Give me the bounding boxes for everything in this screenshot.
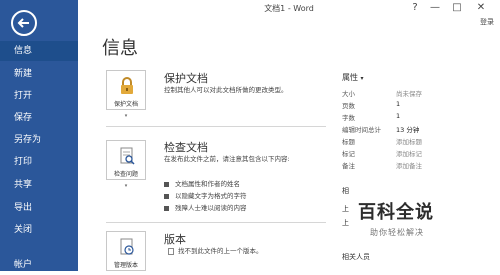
chevron-down-icon: ▾ xyxy=(124,113,128,119)
nav-open[interactable]: 打开 xyxy=(0,86,78,106)
help-button[interactable]: ? xyxy=(408,2,422,13)
versions-title: 版本 xyxy=(164,233,186,246)
versions-tile-label: 管理版本 xyxy=(113,262,138,269)
divider xyxy=(106,126,326,127)
protect-tile-label: 保护文档 xyxy=(113,101,138,108)
nav-new[interactable]: 新建 xyxy=(0,64,78,84)
property-row-comments[interactable]: 备注 添加备注 xyxy=(342,160,492,171)
restore-button[interactable]: □ xyxy=(450,2,464,13)
arrow-left-icon xyxy=(17,18,29,28)
inspect-desc: 在发布此文件之前，请注意其包含以下内容: xyxy=(164,155,290,163)
sign-in-link[interactable]: 登录 xyxy=(480,17,494,27)
backstage-sidebar: 信息 新建 打开 保存 另存为 打印 共享 导出 关闭 帐户 xyxy=(0,0,78,271)
manage-versions-button[interactable]: 管理版本 xyxy=(106,231,146,271)
nav-account[interactable]: 帐户 xyxy=(0,255,78,275)
version-history-icon xyxy=(120,238,134,255)
nav-info[interactable]: 信息 xyxy=(0,41,78,61)
chevron-down-icon: ▾ xyxy=(360,75,364,82)
version-icon xyxy=(168,247,174,255)
property-row: 编辑时间总计 13 分钟 xyxy=(342,126,420,134)
inspect-document-icon xyxy=(120,147,135,165)
watermark-tagline: 助你轻松解决 xyxy=(370,228,424,237)
versions-desc: 找不到此文件的上一个版本。 xyxy=(168,247,338,256)
related-dates-cut: 上 xyxy=(342,205,349,213)
page-title: 信息 xyxy=(102,38,138,59)
property-row: 页数 1 xyxy=(342,100,401,110)
related-dates-cut: 相 xyxy=(342,187,349,195)
nav-print[interactable]: 打印 xyxy=(0,152,78,172)
nav-share[interactable]: 共享 xyxy=(0,175,78,195)
check-issues-button[interactable]: 检查问题 ▾ xyxy=(106,140,146,189)
watermark-logo: 百科全说 xyxy=(358,202,434,223)
related-people-header: 相关人员 xyxy=(342,253,370,261)
nav-save-as[interactable]: 另存为 xyxy=(0,130,78,150)
nav-close[interactable]: 关闭 xyxy=(0,220,78,240)
close-button[interactable]: ✕ xyxy=(474,2,488,13)
protect-desc: 控制其他人可以对此文档所做的更改类型。 xyxy=(164,86,288,94)
property-row-tags[interactable]: 标记 添加标记 xyxy=(342,148,492,159)
lock-icon xyxy=(121,77,133,94)
title-bar: 文档1 - Word ? — □ ✕ 登录 xyxy=(78,0,500,26)
inspect-bullet: 文档属性和作者的姓名 xyxy=(164,178,240,188)
property-row-title[interactable]: 标题 添加标题 xyxy=(342,136,492,147)
protect-title: 保护文档 xyxy=(164,72,208,85)
divider xyxy=(106,222,326,223)
chevron-down-icon: ▾ xyxy=(124,183,128,189)
property-row: 字数 1 xyxy=(342,112,401,122)
inspect-tile-label: 检查问题 xyxy=(113,171,138,178)
properties-header[interactable]: 属性 ▾ xyxy=(342,72,364,83)
nav-save[interactable]: 保存 xyxy=(0,108,78,128)
inspect-bullet: 残障人士难以阅读的内容 xyxy=(164,202,247,212)
related-dates-cut: 上 xyxy=(342,219,349,227)
minimize-button[interactable]: — xyxy=(428,2,442,13)
inspect-bullet: 以隐藏文字为格式的字符 xyxy=(164,190,247,200)
property-row: 大小 尚未保存 xyxy=(342,90,422,98)
back-button[interactable] xyxy=(11,10,37,36)
inspect-title: 检查文档 xyxy=(164,141,208,154)
nav-export[interactable]: 导出 xyxy=(0,198,78,218)
protect-document-button[interactable]: 保护文档 ▾ xyxy=(106,70,146,119)
